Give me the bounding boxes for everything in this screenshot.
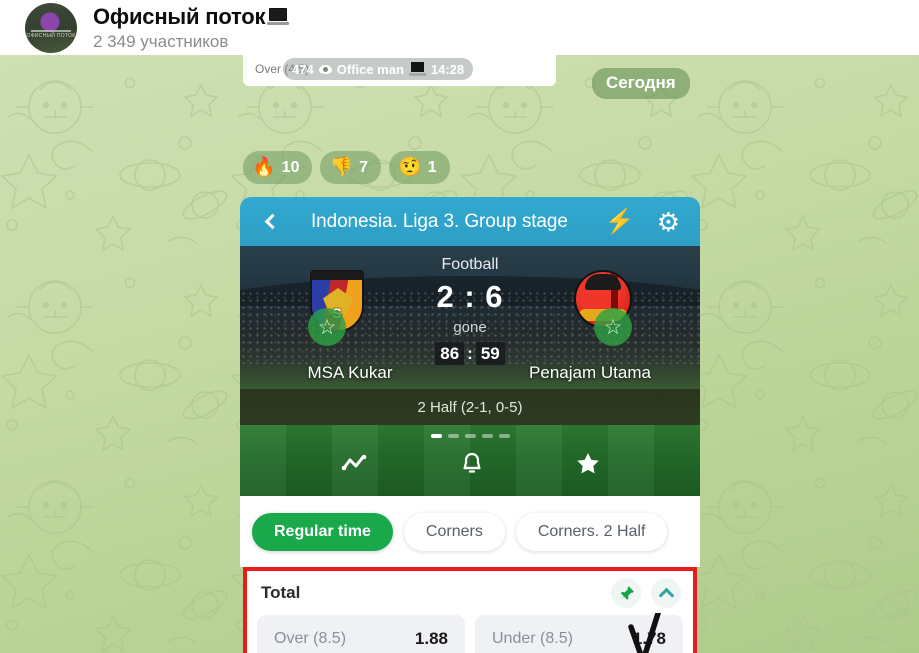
- message-time: 14:28: [430, 61, 465, 77]
- pagination-dot[interactable]: [464, 434, 476, 438]
- tab-corners[interactable]: Corners: [403, 513, 505, 551]
- date-badge: Сегодня: [592, 68, 690, 99]
- stats-line-chart-icon[interactable]: [341, 453, 368, 478]
- odds-panel-header-buttons: [611, 578, 681, 608]
- message-bubble[interactable]: Over (4.5) 474 Office man 14:28: [243, 55, 556, 86]
- odds-row: Over (8.5) 1.88 Under (8.5) 1.78: [257, 615, 683, 653]
- channel-name: Офисный поток: [93, 3, 266, 29]
- odds-cell-over-8-5[interactable]: Over (8.5) 1.88: [257, 615, 465, 653]
- odds-value: 1.78: [632, 628, 666, 648]
- views-count: 474: [292, 61, 314, 77]
- pagination-dot[interactable]: [498, 434, 510, 438]
- fire-reaction[interactable]: 🔥 10: [243, 151, 313, 184]
- odds-value: 1.88: [414, 628, 448, 648]
- avatar-label: ОФИСНЫЙ ПОТОК: [26, 32, 76, 39]
- thumbs-down-reaction-count: 7: [359, 158, 369, 176]
- match-clock: 86 : 59: [240, 342, 700, 365]
- home-team-name: MSA Kukar: [307, 363, 393, 382]
- raised-eyebrow-icon: 🤨: [398, 157, 422, 178]
- pagination-dots[interactable]: [240, 434, 700, 438]
- clock-seconds: 59: [475, 342, 505, 365]
- chevron-up-icon[interactable]: [651, 578, 681, 608]
- betting-widget: Indonesia. Liga 3. Group stage ⚡ ⚙ Footb…: [240, 197, 700, 497]
- pagination-dot[interactable]: [481, 434, 493, 438]
- pushpin-icon[interactable]: [611, 578, 641, 608]
- clock-minutes: 86: [435, 342, 465, 365]
- fire-icon: 🔥: [252, 157, 276, 178]
- lightning-bolt-icon[interactable]: ⚡: [605, 209, 635, 234]
- away-favorite-star-icon[interactable]: ☆: [594, 308, 632, 346]
- raised-eyebrow-reaction-count: 1: [427, 158, 437, 176]
- thumbs-down-reaction[interactable]: 👎 7: [320, 151, 382, 184]
- tab-regular-time[interactable]: Regular time: [252, 513, 393, 551]
- message-author: Office man: [336, 61, 404, 77]
- raised-eyebrow-reaction[interactable]: 🤨 1: [389, 151, 450, 184]
- pagination-dot[interactable]: [447, 434, 459, 438]
- odds-panel-highlight-box: Total Over (8.5) 1.88 Under (8.5) 1.78: [243, 567, 697, 653]
- odds-label: Over (8.5): [274, 629, 347, 647]
- odds-panel-header: Total: [247, 571, 693, 615]
- widget-action-icons: [240, 451, 700, 480]
- odds-panel-title: Total: [261, 583, 301, 602]
- away-team-name: Penajam Utama: [529, 363, 651, 382]
- thumbs-down-icon: 👎: [329, 157, 354, 178]
- clock-colon: :: [467, 343, 473, 363]
- channel-header: ОФИСНЫЙ ПОТОК Офисный поток 2 349 участн…: [0, 0, 919, 55]
- tab-corners-2-half[interactable]: Corners. 2 Half: [515, 513, 668, 551]
- widget-pitch-footer: [240, 425, 700, 497]
- chat-area: Сегодня Over (4.5) 474 Office man 14:28 …: [0, 55, 919, 653]
- widget-app-bar: Indonesia. Liga 3. Group stage ⚡ ⚙: [240, 197, 700, 246]
- fire-reaction-count: 10: [281, 158, 300, 176]
- widget-title: Indonesia. Liga 3. Group stage: [310, 210, 568, 232]
- channel-subscribers: 2 349 участников: [93, 31, 229, 51]
- eye-icon: [318, 64, 332, 74]
- odds-label: Under (8.5): [492, 629, 573, 647]
- market-tabs: Regular time Corners Corners. 2 Half: [240, 496, 700, 551]
- odds-cell-under-8-5[interactable]: Under (8.5) 1.78: [475, 615, 683, 653]
- laptop-emoji-icon: [408, 62, 426, 76]
- home-favorite-star-icon[interactable]: ☆: [308, 308, 346, 346]
- laptop-emoji-icon: [267, 8, 290, 25]
- scoreboard: Football 2 : 6 gone 86 : 59 S: [240, 246, 700, 389]
- star-icon[interactable]: [576, 452, 600, 480]
- channel-headtext: Офисный поток 2 349 участников: [93, 3, 290, 52]
- channel-title-row[interactable]: Офисный поток: [93, 3, 290, 30]
- reactions-bar: 🔥 10 👎 7 🤨 1: [243, 151, 450, 184]
- message-meta: 474 Office man 14:28: [283, 58, 474, 80]
- gear-icon[interactable]: ⚙: [657, 209, 680, 235]
- widget-tabs-area: Regular time Corners Corners. 2 Half: [240, 496, 700, 567]
- odds-grid: Over (8.5) 1.88 Under (8.5) 1.78 Over (9…: [247, 615, 693, 653]
- half-summary: 2 Half (2-1, 0-5): [240, 389, 700, 425]
- bell-icon[interactable]: [461, 451, 483, 480]
- avatar[interactable]: ОФИСНЫЙ ПОТОК: [25, 2, 77, 53]
- pagination-dot[interactable]: [430, 434, 442, 438]
